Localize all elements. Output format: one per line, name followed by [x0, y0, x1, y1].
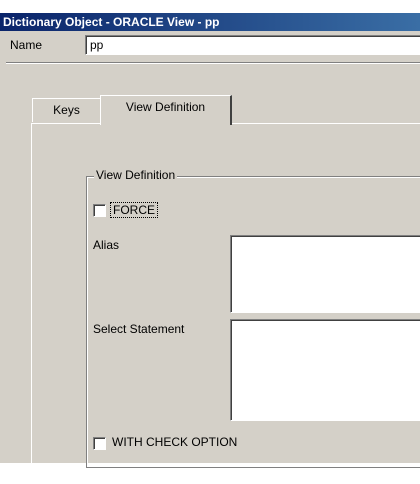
name-label: Name [10, 38, 43, 52]
alias-label: Alias [93, 238, 120, 252]
tab-keys-label: Keys [53, 103, 80, 117]
group-title: View Definition [94, 168, 178, 182]
name-input[interactable] [85, 35, 420, 55]
force-label[interactable]: FORCE [110, 202, 158, 218]
dialog-window: Dictionary Object - ORACLE View - pp Nam… [0, 13, 420, 484]
select-statement-textarea[interactable] [230, 319, 420, 421]
background-strip [0, 0, 420, 13]
separator [6, 62, 420, 64]
title-bar[interactable]: Dictionary Object - ORACLE View - pp [0, 13, 420, 31]
select-statement-label: Select Statement [93, 322, 185, 336]
window-title: Dictionary Object - ORACLE View - pp [3, 15, 220, 29]
force-checkbox[interactable] [93, 204, 106, 217]
tab-view-definition-label: View Definition [125, 100, 206, 114]
tab-keys[interactable]: Keys [32, 98, 100, 122]
check-option-label[interactable]: WITH CHECK OPTION [112, 435, 237, 449]
tab-view-definition[interactable]: View Definition [100, 95, 232, 125]
alias-textarea[interactable] [230, 235, 420, 313]
check-option-checkbox[interactable] [93, 437, 106, 450]
